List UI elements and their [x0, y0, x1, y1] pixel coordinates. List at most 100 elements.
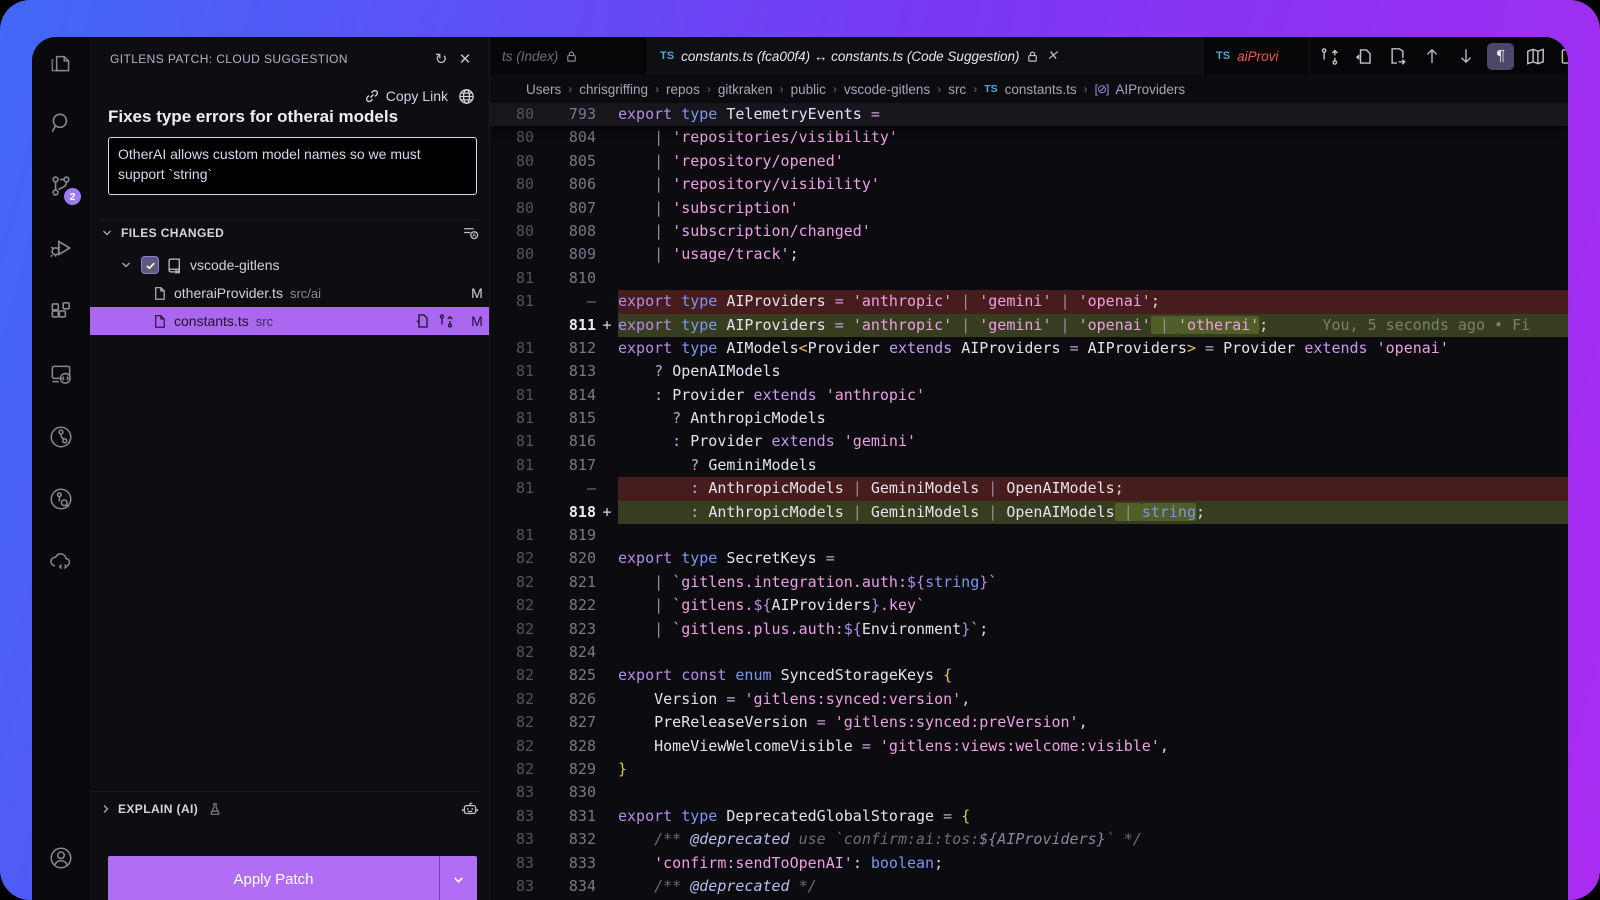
gitlens-icon[interactable] — [45, 421, 77, 453]
apply-patch-dropdown[interactable] — [440, 856, 477, 900]
tree-row-repo[interactable]: vscode-gitlens — [90, 251, 489, 279]
breadcrumb-item[interactable]: src — [948, 82, 966, 97]
diff-marker — [596, 664, 618, 687]
repo-checkbox[interactable] — [141, 256, 159, 274]
inline-blame: You, 5 seconds ago • Fi — [1268, 315, 1531, 334]
diff-editor[interactable]: 80 793 export type TelemetryEvents = 80 804 … — [490, 103, 1568, 900]
code-line: 82 820 export type SecretKeys = — [490, 547, 1568, 570]
account-icon[interactable] — [45, 842, 77, 874]
code-text: | `gitlens.${AIProviders}.key` — [654, 596, 926, 615]
gitlens-inspect-icon[interactable] — [45, 483, 77, 515]
tab-bar: ts (Index) TS constants.ts (fca00f4) ↔ c… — [490, 37, 1568, 75]
tab-constants-diff[interactable]: TS constants.ts (fca00f4) ↔ constants.ts… — [648, 37, 1204, 75]
diff-marker — [596, 197, 618, 220]
close-tab-icon[interactable]: ✕ — [1046, 48, 1057, 64]
remote-explorer-icon[interactable] — [45, 358, 77, 390]
extensions-icon[interactable] — [45, 296, 77, 328]
diff-marker — [596, 267, 618, 290]
refresh-icon[interactable]: ↻ — [429, 47, 453, 71]
breadcrumb-item[interactable]: constants.ts — [1005, 82, 1077, 97]
apply-patch-button[interactable]: Apply Patch — [108, 856, 477, 900]
diff-marker — [596, 173, 618, 196]
copy-link-button[interactable]: Copy Link — [364, 88, 448, 104]
tab-index[interactable]: ts (Index) — [490, 37, 648, 75]
files-layout-icon[interactable]: A — [462, 224, 479, 241]
open-changes-icon[interactable] — [438, 313, 454, 329]
tree-row-file-selected[interactable]: constants.ts src M — [90, 307, 489, 335]
apply-patch-label[interactable]: Apply Patch — [108, 856, 439, 900]
compare-changes-icon[interactable] — [1317, 44, 1342, 69]
original-line-number: 81 — [515, 432, 534, 451]
line-number: 821 — [568, 572, 596, 591]
code-text: : AnthropicModels | GeminiModels | OpenA… — [618, 500, 1568, 525]
code-line: 83 830 — [490, 781, 1568, 804]
diff-marker — [596, 735, 618, 758]
line-number: 812 — [568, 338, 596, 357]
open-preview-map-icon[interactable] — [1523, 44, 1548, 69]
original-line-number: 83 — [515, 876, 534, 895]
split-editor-icon[interactable] — [1557, 44, 1568, 69]
run-debug-icon[interactable] — [45, 232, 77, 264]
toggle-whitespace-icon[interactable]: ¶ — [1487, 42, 1514, 70]
previous-change-icon[interactable] — [1419, 44, 1444, 69]
line-number: 808 — [568, 221, 596, 240]
code-line: 80 793 export type TelemetryEvents = — [490, 103, 1568, 127]
tree-row-file[interactable]: otheraiProvider.ts src/ai M — [90, 279, 489, 307]
explain-ai-section[interactable]: EXPLAIN (AI) — [90, 791, 479, 825]
line-number: 819 — [568, 526, 596, 545]
apply-file-icon[interactable] — [414, 313, 430, 329]
cloud-patches-icon[interactable] — [45, 545, 77, 577]
diff-line-removed: 81 — : AnthropicModels | GeminiModels | O… — [490, 477, 1568, 501]
breadcrumb-separator: › — [973, 82, 978, 96]
line-number: 823 — [568, 619, 596, 638]
diff-line-added: 818 + : AnthropicModels | GeminiModels | … — [490, 500, 1568, 525]
code-line: 82 824 — [490, 641, 1568, 664]
suggestion-description[interactable]: OtherAI allows custom model names so we … — [108, 137, 477, 195]
original-line-number: 81 — [515, 292, 534, 311]
diff-marker: + — [602, 502, 612, 521]
apply-patch-file-icon[interactable] — [1351, 44, 1376, 69]
original-line-number: 81 — [515, 526, 534, 545]
line-number: — — [586, 479, 596, 498]
line-number: 809 — [568, 245, 596, 264]
next-change-icon[interactable] — [1453, 44, 1478, 69]
code-line: 80 806 | 'repository/visibility' — [490, 173, 1568, 196]
breadcrumb-item[interactable]: chrisgriffing — [579, 82, 648, 97]
breadcrumb[interactable]: Users › chrisgriffing › repos › gitkraken › publ… — [490, 75, 1568, 103]
breadcrumb-item[interactable]: public — [791, 82, 826, 97]
diff-marker — [596, 852, 618, 875]
suggestion-title: Fixes type errors for otherai models — [108, 107, 399, 126]
code-line: 80 805 | 'repository/opened' — [490, 150, 1568, 173]
diff-marker — [596, 407, 618, 430]
breadcrumb-separator: › — [706, 82, 711, 96]
globe-icon[interactable] — [458, 88, 475, 105]
original-line-number: 81 — [515, 338, 534, 357]
file-path: src — [255, 313, 274, 329]
breadcrumb-item[interactable]: AIProviders — [1115, 82, 1185, 97]
files-changed-header[interactable]: FILES CHANGED A — [98, 219, 479, 245]
code-line: 81 815 ? AnthropicModels — [490, 407, 1568, 430]
line-number: 827 — [568, 713, 596, 732]
explorer-icon[interactable] — [45, 46, 77, 78]
breadcrumb-item[interactable]: Users — [526, 82, 561, 97]
diff-marker — [596, 758, 618, 781]
tab-aiprovider[interactable]: TS aiProvi — [1204, 37, 1310, 75]
robot-ai-icon[interactable] — [461, 800, 479, 818]
breadcrumb-separator: › — [1083, 82, 1088, 96]
panel-header: GITLENS PATCH: CLOUD SUGGESTION ↻ ✕ — [110, 45, 477, 73]
search-icon[interactable] — [45, 107, 77, 139]
breadcrumb-item[interactable]: vscode-gitlens — [844, 82, 930, 97]
code-text: | `gitlens.integration.auth:${string}` — [654, 572, 998, 591]
code-lines: 80 793 export type TelemetryEvents = 80 804 … — [490, 103, 1568, 898]
source-control-icon[interactable]: 2 — [45, 170, 81, 205]
chevron-down-icon[interactable] — [118, 259, 134, 271]
close-panel-icon[interactable]: ✕ — [453, 47, 477, 71]
breadcrumb-separator: › — [832, 82, 837, 96]
export-file-icon[interactable] — [1385, 44, 1410, 69]
breadcrumb-item[interactable]: repos — [666, 82, 700, 97]
code-text: HomeViewWelcomeVisible = 'gitlens:views:… — [618, 736, 1169, 755]
breadcrumb-item[interactable]: gitkraken — [718, 82, 773, 97]
line-number: 815 — [568, 409, 596, 428]
